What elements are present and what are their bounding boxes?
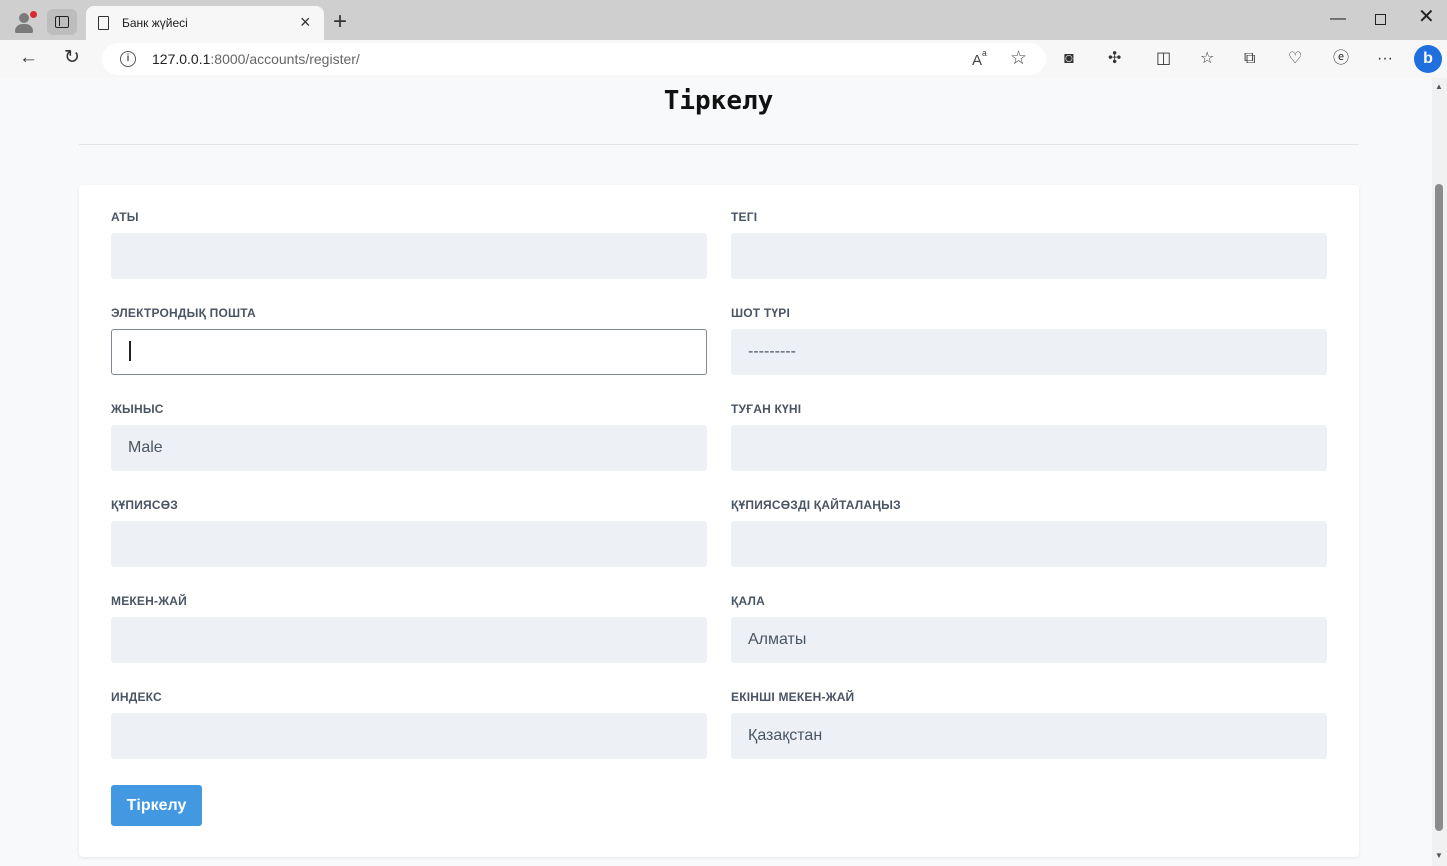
browser-tab-bar: Банк жүйесі × + — ✕ — [0, 0, 1447, 40]
new-tab-icon[interactable]: + — [333, 9, 347, 35]
account-type-group: ШОТ ТҮРІ --------- — [731, 306, 1327, 375]
field-label: МЕКЕН-ЖАЙ — [111, 594, 187, 608]
favorite-star-icon[interactable]: ☆ — [1010, 47, 1027, 70]
email-group: ЭЛЕКТРОНДЫҚ ПОШТА — [111, 306, 707, 375]
password-confirm-group: ҚҰПИЯСӨЗДІ ҚАЙТАЛАҢЫЗ — [731, 498, 1327, 567]
maximize-icon[interactable] — [1375, 14, 1386, 25]
address-group: МЕКЕН-ЖАЙ — [111, 594, 707, 663]
screenshot-icon[interactable]: ◙ — [1064, 49, 1074, 69]
split-screen-icon[interactable]: ◫ — [1156, 49, 1171, 69]
city-group: ҚАЛА Алматы — [731, 594, 1327, 663]
vertical-scrollbar[interactable]: ▲ ▼ — [1432, 78, 1447, 866]
browser-nav-bar: ← ↻ i 127.0.0.1:8000/accounts/register/ … — [0, 40, 1447, 78]
site-info-icon[interactable]: i — [120, 51, 136, 67]
scroll-up-icon[interactable]: ▲ — [1435, 82, 1443, 91]
favorites-icon[interactable]: ☆ — [1200, 49, 1214, 69]
birth-date-input[interactable] — [731, 425, 1327, 471]
birth-date-group: ТУҒАН КҮНІ — [731, 402, 1327, 471]
first-name-group: АТЫ — [111, 210, 707, 279]
field-label: ҚҰПИЯСӨЗ — [111, 498, 178, 512]
field-label: ТУҒАН КҮНІ — [731, 402, 802, 416]
page-icon — [98, 16, 109, 30]
performance-icon[interactable]: ♡ — [1288, 49, 1302, 69]
gender-select[interactable]: Male — [111, 425, 707, 471]
field-label: ТЕГІ — [731, 210, 758, 224]
more-menu-icon[interactable]: ··· — [1377, 49, 1393, 69]
read-aloud-icon[interactable]: Aᵃ — [972, 48, 987, 69]
scroll-thumb[interactable] — [1435, 184, 1443, 831]
back-icon[interactable]: ← — [19, 47, 38, 69]
url-text[interactable]: 127.0.0.1:8000/accounts/register/ — [152, 51, 360, 67]
tab-actions-icon[interactable] — [47, 9, 77, 35]
reload-icon[interactable]: ↻ — [64, 47, 80, 69]
city-input[interactable]: Алматы — [731, 617, 1327, 663]
close-window-icon[interactable]: ✕ — [1418, 7, 1435, 27]
scroll-down-icon[interactable]: ▼ — [1435, 851, 1443, 860]
second-address-group: ЕКІНШІ МЕКЕН-ЖАЙ Қазақстан — [731, 690, 1327, 759]
password-input[interactable] — [111, 521, 707, 567]
text-caret — [129, 341, 131, 362]
page-title: Тіркелу — [663, 86, 774, 116]
first-name-input[interactable] — [111, 233, 707, 279]
email-input[interactable] — [111, 329, 707, 375]
account-type-select[interactable]: --------- — [731, 329, 1327, 375]
last-name-input[interactable] — [731, 233, 1327, 279]
field-label: ЕКІНШІ МЕКЕН-ЖАЙ — [731, 690, 855, 704]
field-label: ҚАЛА — [731, 594, 766, 608]
password-confirm-input[interactable] — [731, 521, 1327, 567]
field-label: ЭЛЕКТРОНДЫҚ ПОШТА — [111, 306, 256, 320]
password-group: ҚҰПИЯСӨЗ — [111, 498, 707, 567]
register-form: АТЫ ТЕГІ ЭЛЕКТРОНДЫҚ ПОШТА ШОТ ТҮРІ ----… — [79, 185, 1359, 857]
copilot-icon[interactable]: b — [1414, 45, 1442, 73]
field-label: ҚҰПИЯСӨЗДІ ҚАЙТАЛАҢЫЗ — [731, 498, 901, 512]
extensions-icon[interactable]: ✣ — [1108, 49, 1121, 69]
edge-icon[interactable]: ⓔ — [1333, 49, 1349, 69]
field-label: ШОТ ТҮРІ — [731, 306, 790, 320]
collections-icon[interactable]: ⧉ — [1244, 49, 1255, 69]
last-name-group: ТЕГІ — [731, 210, 1327, 279]
second-address-input[interactable]: Қазақстан — [731, 713, 1327, 759]
address-bar[interactable]: i 127.0.0.1:8000/accounts/register/ Aᵃ ☆ — [102, 43, 1046, 75]
close-tab-icon[interactable]: × — [300, 12, 311, 32]
browser-tab[interactable]: Банк жүйесі × — [86, 6, 324, 40]
register-button[interactable]: Тіркелу — [111, 785, 202, 826]
gender-group: ЖЫНЫС Male — [111, 402, 707, 471]
postal-code-input[interactable] — [111, 713, 707, 759]
field-label: ЖЫНЫС — [111, 402, 164, 416]
postal-code-group: ИНДЕКС — [111, 690, 707, 759]
minimize-icon[interactable]: — — [1330, 10, 1346, 28]
field-label: ИНДЕКС — [111, 690, 162, 704]
tab-title: Банк жүйесі — [122, 16, 188, 30]
page-content: Тіркелу АТЫ ТЕГІ ЭЛЕКТРОНДЫҚ ПОШТА ШОТ Т… — [0, 78, 1432, 866]
profile-icon[interactable] — [12, 10, 37, 34]
field-label: АТЫ — [111, 210, 139, 224]
address-input[interactable] — [111, 617, 707, 663]
divider — [79, 144, 1359, 145]
